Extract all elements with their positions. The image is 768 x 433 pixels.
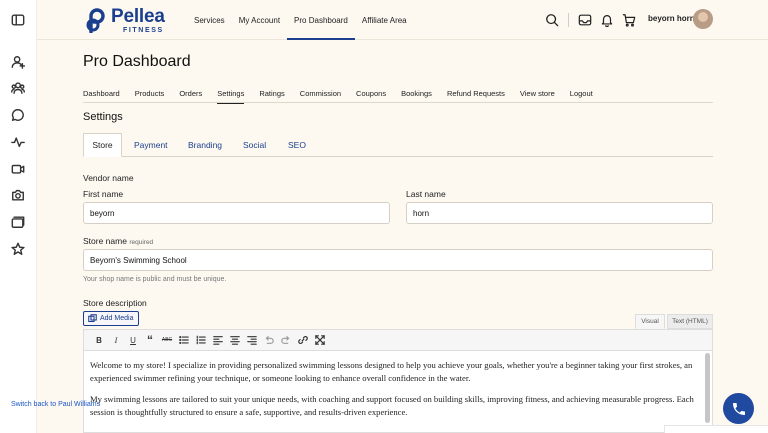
logo-mark-icon (85, 7, 107, 34)
bullet-list-icon[interactable] (177, 333, 191, 347)
brand-sub: FITNESS (123, 26, 164, 34)
add-media-button[interactable]: Add Media (83, 311, 139, 326)
video-icon[interactable] (11, 162, 25, 176)
tab-payment[interactable]: Payment (134, 133, 168, 157)
align-center-icon[interactable] (228, 333, 242, 347)
subtab-bookings[interactable]: Bookings (401, 85, 432, 103)
store-name-hint: Your shop name is public and must be uni… (83, 276, 227, 283)
subtab-orders[interactable]: Orders (179, 85, 202, 103)
inbox-icon[interactable] (578, 13, 592, 27)
editor-tab-html[interactable]: Text (HTML) (667, 314, 713, 329)
align-right-icon[interactable] (245, 333, 259, 347)
main-nav: Services My Account Pro Dashboard Affili… (187, 0, 414, 40)
subtab-coupons[interactable]: Coupons (356, 85, 386, 103)
description-paragraph: Welcome to my store! I specialize in pro… (90, 360, 693, 383)
subtab-refund-requests[interactable]: Refund Requests (447, 85, 505, 103)
last-name-field[interactable]: horn (406, 202, 713, 224)
user-add-icon[interactable] (11, 55, 26, 69)
dashboard-subtabs: Dashboard Products Orders Settings Ratin… (83, 85, 713, 104)
user-name[interactable]: beyorn horn (648, 14, 695, 23)
last-name-label: Last name (406, 189, 446, 199)
switch-back-link[interactable]: Switch back to Paul Williams (11, 401, 100, 408)
bold-icon[interactable]: B (92, 333, 106, 347)
activity-icon[interactable] (11, 135, 25, 149)
align-left-icon[interactable] (211, 333, 225, 347)
tab-seo[interactable]: SEO (288, 133, 306, 157)
star-icon[interactable] (11, 242, 25, 256)
bell-icon[interactable] (600, 13, 614, 28)
folders-icon[interactable] (11, 215, 25, 229)
editor-scrollbar[interactable] (705, 353, 710, 423)
tab-branding[interactable]: Branding (188, 133, 222, 157)
fullscreen-icon[interactable] (313, 333, 327, 347)
brand-name: Pellea (111, 5, 165, 27)
editor-toolbar: B I U “ ABC (83, 329, 713, 351)
store-name-label: Store name required (83, 236, 153, 246)
link-icon[interactable] (296, 333, 310, 347)
subtab-products[interactable]: Products (135, 85, 165, 103)
store-name-label-text: Store name (83, 236, 127, 246)
users-icon[interactable] (11, 81, 25, 95)
subtab-view-store[interactable]: View store (520, 85, 555, 103)
store-name-required: required (129, 239, 154, 246)
sidebar-toggle-icon[interactable] (11, 13, 25, 27)
subtab-logout[interactable]: Logout (570, 85, 593, 103)
settings-title: Settings (83, 111, 123, 123)
store-name-field[interactable]: Beyorn's Swimming School (83, 249, 713, 271)
redo-icon[interactable] (279, 333, 293, 347)
call-button[interactable] (723, 393, 754, 424)
store-description-editor[interactable]: Welcome to my store! I specialize in pro… (83, 351, 713, 433)
chat-icon[interactable] (11, 108, 25, 122)
first-name-field[interactable]: beyorn (83, 202, 390, 224)
italic-icon[interactable]: I (109, 333, 123, 347)
chat-widget-edge (664, 425, 768, 433)
tab-social[interactable]: Social (243, 133, 266, 157)
header-divider (568, 13, 569, 27)
description-paragraph: My swimming lessons are tailored to suit… (90, 394, 694, 417)
blockquote-icon[interactable]: “ (143, 333, 157, 347)
user-avatar[interactable] (693, 9, 713, 29)
phone-icon (732, 402, 745, 415)
settings-tabs: Store Payment Branding Social SEO (83, 133, 713, 157)
search-icon[interactable] (545, 13, 559, 27)
undo-icon[interactable] (262, 333, 276, 347)
brand-logo[interactable]: Pellea FITNESS (85, 6, 165, 34)
tab-store[interactable]: Store (83, 133, 122, 157)
nav-pro-dashboard[interactable]: Pro Dashboard (287, 0, 355, 40)
subtab-ratings[interactable]: Ratings (259, 85, 284, 103)
store-description-label: Store description (83, 298, 147, 308)
strikethrough-icon[interactable]: ABC (160, 333, 174, 347)
vendor-name-label: Vendor name (83, 173, 134, 183)
header-actions (545, 13, 636, 28)
left-rail (0, 0, 37, 433)
nav-affiliate-area[interactable]: Affiliate Area (355, 0, 414, 40)
subtab-dashboard[interactable]: Dashboard (83, 85, 120, 103)
media-icon (88, 314, 97, 323)
camera-icon[interactable] (11, 188, 25, 202)
page-title: Pro Dashboard (83, 53, 191, 70)
nav-my-account[interactable]: My Account (232, 0, 287, 40)
subtab-commission[interactable]: Commission (300, 85, 341, 103)
cart-icon[interactable] (622, 13, 636, 27)
first-name-label: First name (83, 189, 124, 199)
subtab-settings[interactable]: Settings (217, 85, 245, 104)
numbered-list-icon[interactable] (194, 333, 208, 347)
editor-tab-visual[interactable]: Visual (635, 314, 665, 329)
nav-services[interactable]: Services (187, 0, 232, 40)
add-media-label: Add Media (100, 315, 134, 322)
underline-icon[interactable]: U (126, 333, 140, 347)
